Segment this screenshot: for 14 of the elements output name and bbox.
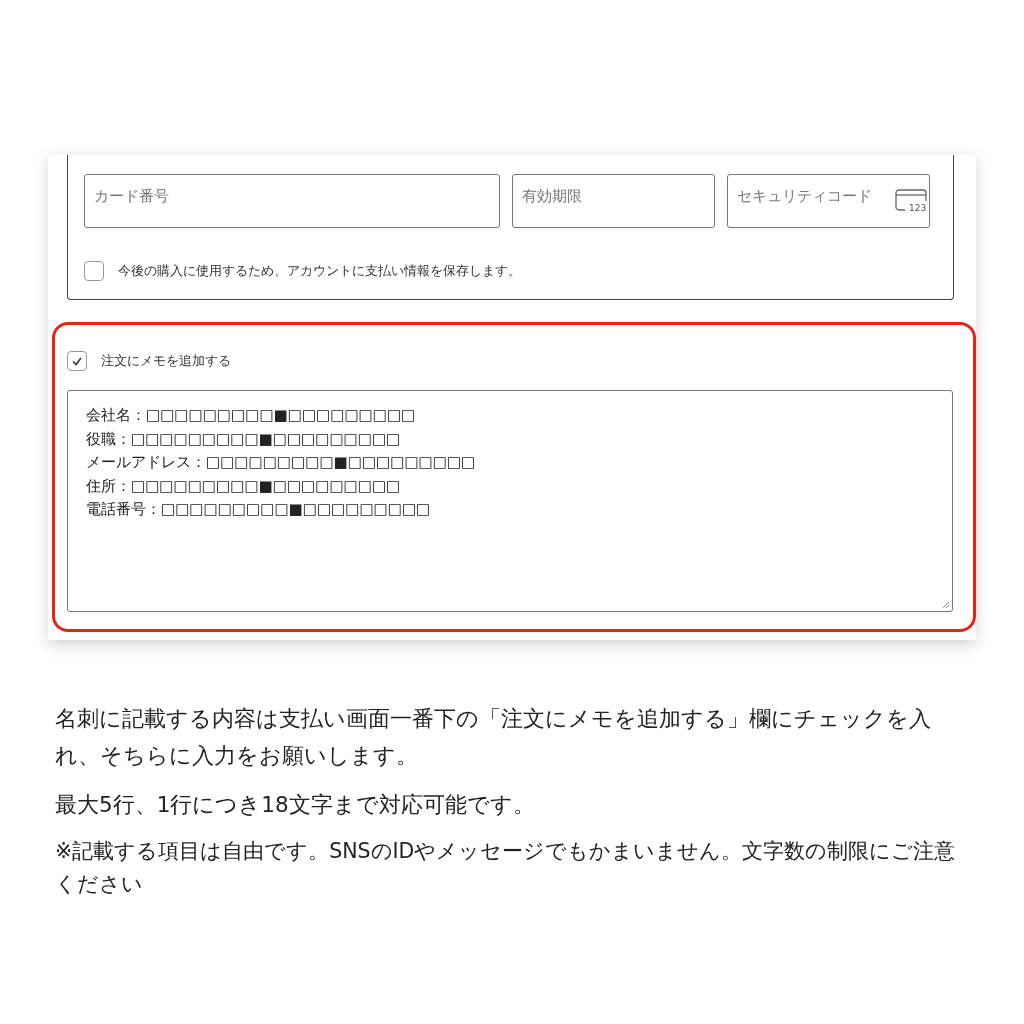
input-field[interactable]: セキュリティコード 123 [727, 174, 930, 228]
description-text: ※記載する項目は自由です。SNSのIDやメッセージでもかまいません。文字数の制限にご注意ください [55, 838, 957, 898]
input-field[interactable]: 有効期限 [512, 174, 715, 228]
checkbox-label: 今後の購入に使用するため、アカウントに支払い情報を保存します。 [118, 262, 521, 280]
memo-field[interactable]: 会社名：□□□□□□□□□■□□□□□□□□□ 役職：□□□□□□□□□■□□□□□□□□□ メールアドレス：□□□□□□□□□■□□□□□□□□□ 住所：□□□□□□□□□■□□□□□□□□□ 電話番号：□□□□□□□□□■□□□□□□□□□ [67, 390, 953, 612]
description-text: 名刺に記載する内容は支払い画面一番下の「注文にメモを追加する」欄にチェックを入れ、そちらに入力をお願いします。 [55, 705, 932, 770]
description-text: 最大5行、1行につき18文字まで対応可能です。 [55, 791, 536, 819]
checkbox-label: 注文にメモを追加する [101, 352, 231, 370]
checkbox[interactable] [84, 261, 104, 281]
resize-handle-icon[interactable] [942, 601, 950, 609]
card-icon: 123 [895, 188, 927, 214]
memo-text: 会社名：□□□□□□□□□■□□□□□□□□□ 役職：□□□□□□□□□■□□□□□□□□□ メールアドレス：□□□□□□□□□■□□□□□□□□□ 住所：□□□□□□□□□■□□□□□□□□□ 電話番号：□□□□□□□□□■□□□□□□□□□ [86, 405, 476, 520]
checkbox[interactable] [67, 351, 87, 371]
input-field[interactable]: カード番号 [84, 174, 500, 228]
